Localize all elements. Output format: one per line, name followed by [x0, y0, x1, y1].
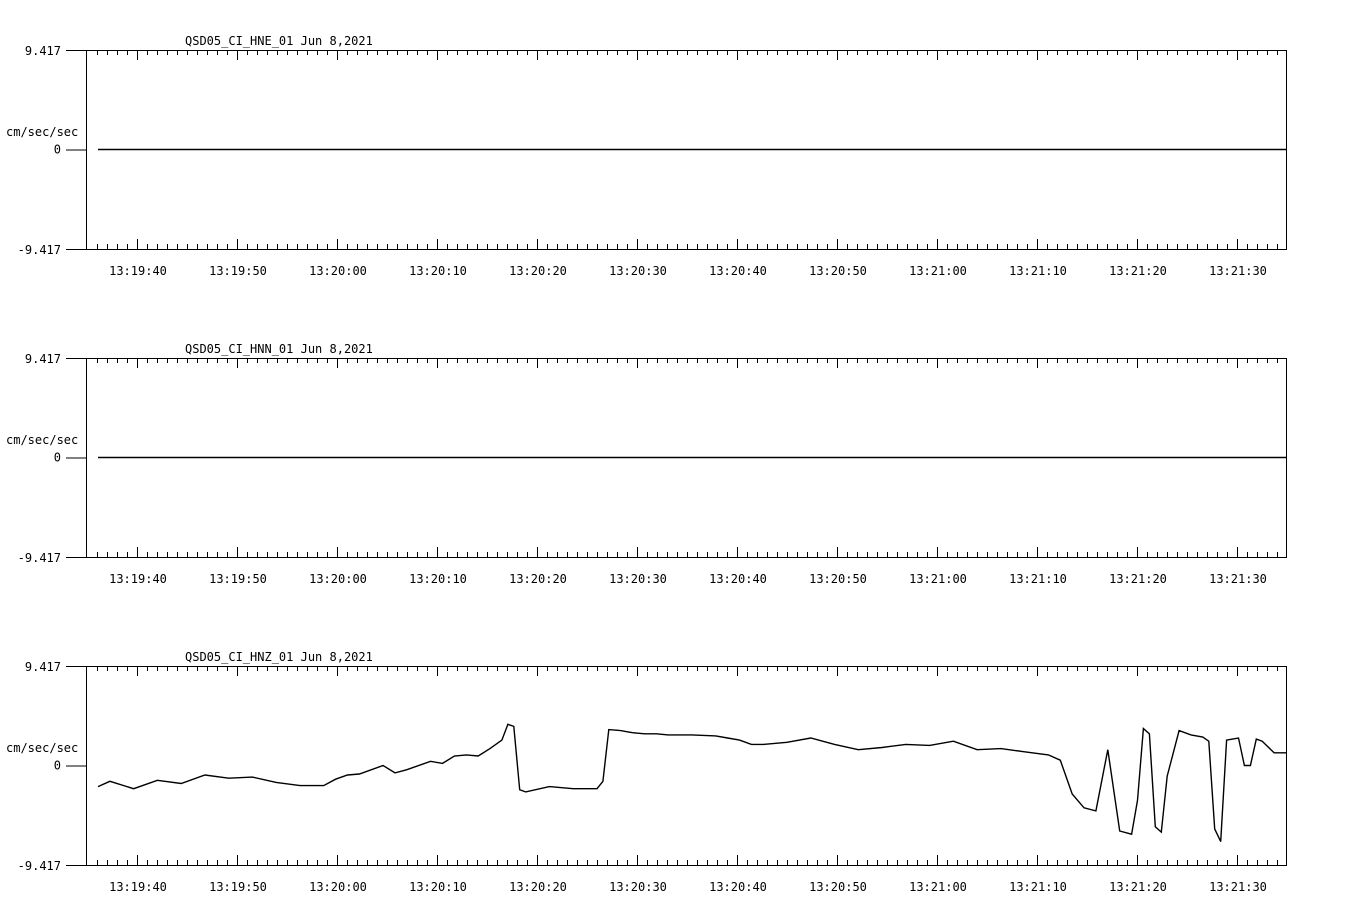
y-tick-label: -9.417 — [18, 859, 61, 873]
x-tick-label: 13:21:30 — [1209, 572, 1267, 586]
y-tick-label: -9.417 — [18, 243, 61, 257]
x-tick-label: 13:21:30 — [1209, 880, 1267, 894]
x-tick-label: 13:20:40 — [709, 572, 767, 586]
x-tick-label: 13:20:10 — [409, 264, 467, 278]
y-tick-label: 0 — [54, 143, 61, 157]
x-tick-label: 13:20:20 — [509, 264, 567, 278]
y-tick-label: 9.417 — [25, 660, 61, 674]
y-tick-label: 9.417 — [25, 352, 61, 366]
x-tick-label: 13:20:40 — [709, 880, 767, 894]
y-axis-label: cm/sec/sec — [6, 741, 78, 755]
panel-3: QSD05_CI_HNZ_01 Jun 8,2021 cm/sec/sec 9.41… — [6, 650, 1287, 894]
x-tick-label: 13:21:10 — [1009, 264, 1067, 278]
x-tick-label: 13:20:20 — [509, 572, 567, 586]
x-tick-label: 13:21:00 — [909, 880, 967, 894]
x-tick-label: 13:20:20 — [509, 880, 567, 894]
y-axis-label: cm/sec/sec — [6, 125, 78, 139]
x-tick-label: 13:20:10 — [409, 880, 467, 894]
plot-frame — [86, 666, 1287, 866]
x-tick-label: 13:20:50 — [809, 264, 867, 278]
x-tick-label: 13:20:10 — [409, 572, 467, 586]
x-tick-label: 13:21:20 — [1109, 880, 1167, 894]
x-tick-label: 13:21:10 — [1009, 572, 1067, 586]
y-tick-label: -9.417 — [18, 551, 61, 565]
x-tick-label: 13:19:40 — [109, 264, 167, 278]
x-tick-label: 13:21:00 — [909, 572, 967, 586]
x-tick-label: 13:20:00 — [309, 880, 367, 894]
x-tick-label: 13:19:50 — [209, 264, 267, 278]
x-tick-label: 13:21:20 — [1109, 572, 1167, 586]
x-tick-label: 13:21:20 — [1109, 264, 1167, 278]
x-tick-label: 13:19:50 — [209, 880, 267, 894]
x-tick-label: 13:21:10 — [1009, 880, 1067, 894]
waveform-trace — [97, 723, 1286, 842]
x-tick-label: 13:20:50 — [809, 572, 867, 586]
seismogram-figure: QSD05_CI_HNE_01 Jun 8,2021 cm/sec/sec 9.41… — [6, 34, 1287, 894]
x-tick-label: 13:19:40 — [109, 880, 167, 894]
x-tick-label: 13:19:50 — [209, 572, 267, 586]
chart-title: QSD05_CI_HNN_01 Jun 8,2021 — [185, 342, 373, 356]
x-tick-label: 13:20:50 — [809, 880, 867, 894]
x-tick-label: 13:21:00 — [909, 264, 967, 278]
x-tick-label: 13:19:40 — [109, 572, 167, 586]
x-tick-label: 13:20:40 — [709, 264, 767, 278]
chart-title: QSD05_CI_HNZ_01 Jun 8,2021 — [185, 650, 373, 664]
x-tick-label: 13:20:00 — [309, 264, 367, 278]
panel-2: QSD05_CI_HNN_01 Jun 8,2021 cm/sec/sec 9.41… — [6, 342, 1287, 586]
x-tick-label: 13:20:30 — [609, 572, 667, 586]
x-tick-label: 13:20:30 — [609, 264, 667, 278]
x-tick-label: 13:20:30 — [609, 880, 667, 894]
x-tick-label: 13:20:00 — [309, 572, 367, 586]
y-tick-label: 9.417 — [25, 44, 61, 58]
x-tick-label: 13:21:30 — [1209, 264, 1267, 278]
y-tick-label: 0 — [54, 451, 61, 465]
y-tick-label: 0 — [54, 759, 61, 773]
panel-1: QSD05_CI_HNE_01 Jun 8,2021 cm/sec/sec 9.41… — [6, 34, 1287, 278]
chart-title: QSD05_CI_HNE_01 Jun 8,2021 — [185, 34, 373, 48]
y-axis-label: cm/sec/sec — [6, 433, 78, 447]
